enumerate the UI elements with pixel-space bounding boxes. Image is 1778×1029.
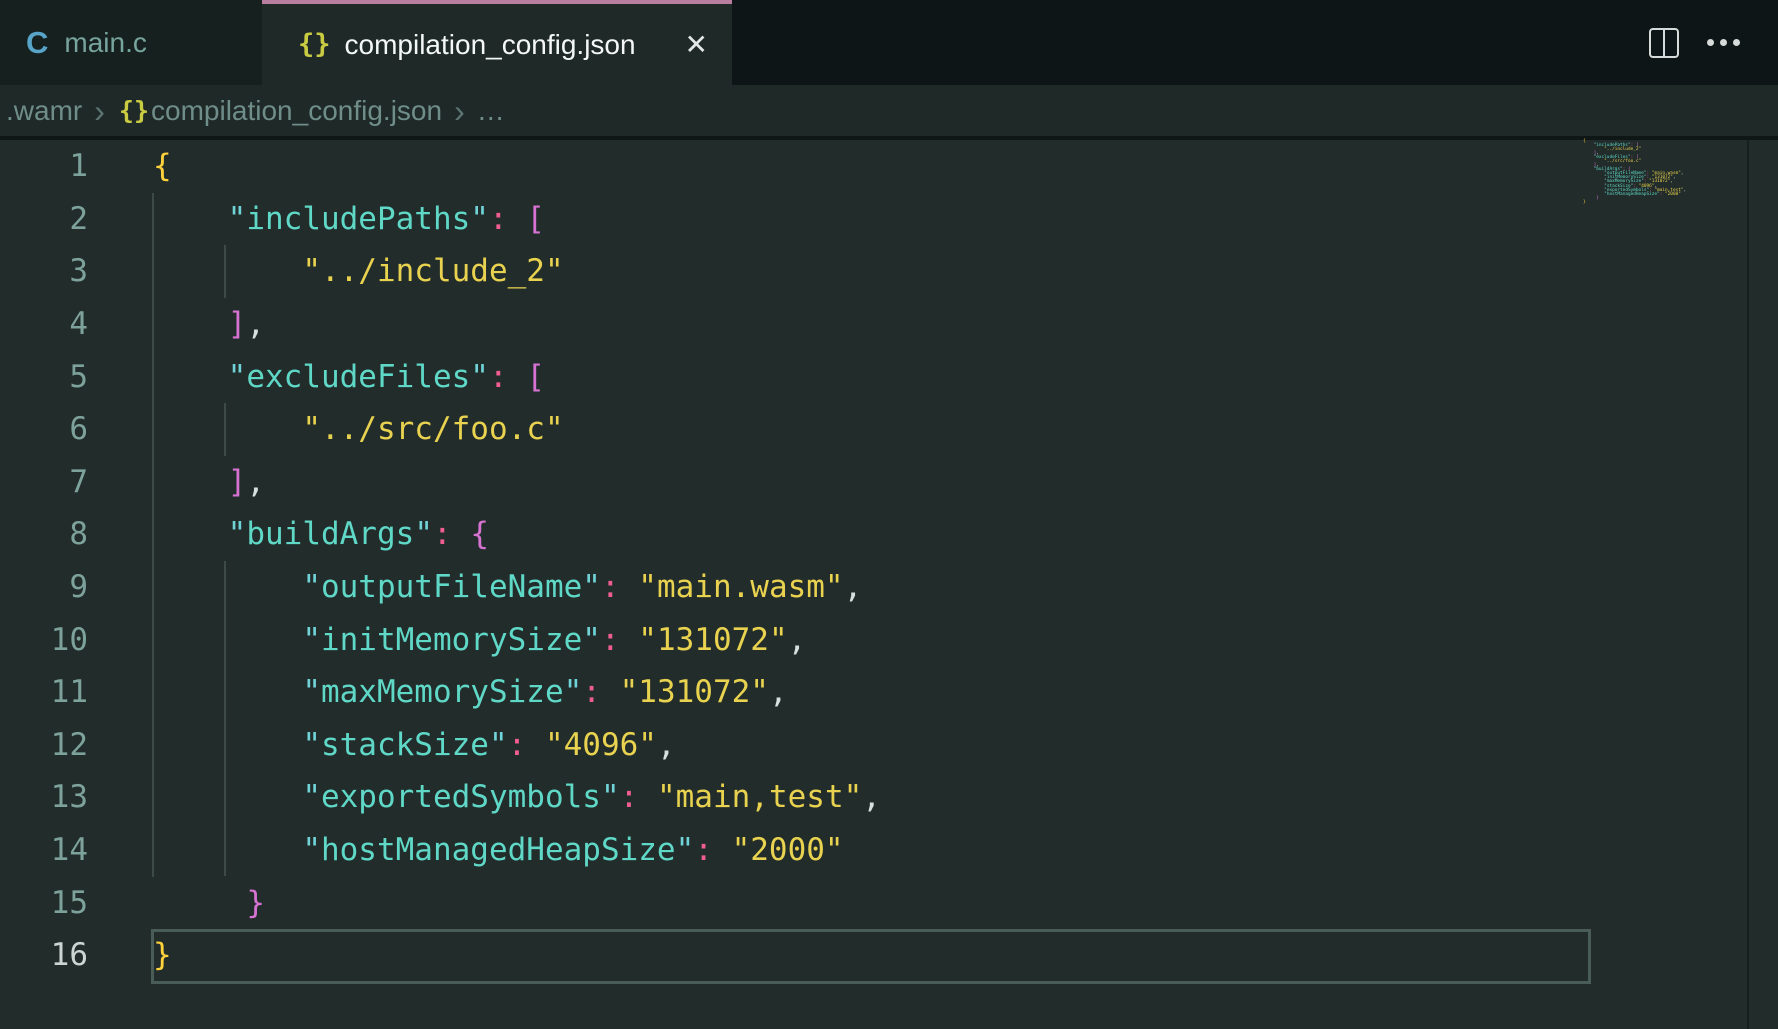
- chevron-right-icon: ›: [94, 95, 105, 127]
- code-text: {: [153, 148, 172, 184]
- line-number: 11: [0, 674, 88, 710]
- code-text: "initMemorySize": "131072",: [153, 622, 806, 658]
- line-number: 3: [0, 253, 88, 289]
- close-tab-icon[interactable]: ✕: [679, 27, 714, 63]
- code-text: "maxMemorySize": "131072",: [153, 674, 788, 710]
- minimap-divider: [1747, 140, 1749, 1029]
- tab-compilation-config-json[interactable]: {} compilation_config.json ✕: [262, 0, 732, 85]
- breadcrumb-tail[interactable]: …: [477, 95, 505, 127]
- line-number: 8: [0, 516, 88, 552]
- json-braces-icon: {}: [119, 96, 149, 125]
- breadcrumb-file[interactable]: compilation_config.json: [151, 95, 442, 127]
- tab-label: compilation_config.json: [345, 29, 636, 61]
- code-line[interactable]: 13 "exportedSymbols": "main,test",: [0, 771, 1778, 824]
- code-text: }: [153, 885, 265, 921]
- code-line[interactable]: 12 "stackSize": "4096",: [0, 719, 1778, 772]
- code-line[interactable]: 15 }: [0, 876, 1778, 929]
- tab-label: main.c: [64, 27, 146, 59]
- json-braces-icon: {}: [298, 29, 331, 60]
- line-number: 14: [0, 832, 88, 868]
- code-text: }: [153, 937, 172, 973]
- c-language-icon: C: [26, 25, 48, 61]
- code-line[interactable]: 9 "outputFileName": "main.wasm",: [0, 561, 1778, 614]
- code-text: "includePaths": [: [153, 201, 545, 237]
- breadcrumb-folder[interactable]: .wamr: [6, 95, 82, 127]
- chevron-right-icon: ›: [454, 95, 465, 127]
- code-line[interactable]: 11 "maxMemorySize": "131072",: [0, 666, 1778, 719]
- code-text: "../src/foo.c": [153, 411, 564, 447]
- code-line[interactable]: 6 "../src/foo.c": [0, 403, 1778, 456]
- code-text: ],: [153, 306, 265, 342]
- line-number: 16: [0, 937, 88, 973]
- code-line[interactable]: 10 "initMemorySize": "131072",: [0, 613, 1778, 666]
- code-text: "exportedSymbols": "main,test",: [153, 779, 881, 815]
- minimap[interactable]: { "includePaths": [ "../include_2" ], "e…: [1583, 140, 1743, 205]
- code-text: "buildArgs": {: [153, 516, 489, 552]
- line-number: 10: [0, 622, 88, 658]
- code-text: "excludeFiles": [: [153, 359, 545, 395]
- code-text: "stackSize": "4096",: [153, 727, 676, 763]
- line-number: 4: [0, 306, 88, 342]
- code-editor[interactable]: 1{2 "includePaths": [3 "../include_2"4 ]…: [0, 140, 1778, 1029]
- code-text: "hostManagedHeapSize": "2000": [153, 832, 844, 868]
- line-number: 6: [0, 411, 88, 447]
- line-number: 7: [0, 464, 88, 500]
- line-number: 9: [0, 569, 88, 605]
- code-line[interactable]: 5 "excludeFiles": [: [0, 350, 1778, 403]
- code-line[interactable]: 8 "buildArgs": {: [0, 508, 1778, 561]
- line-number: 13: [0, 779, 88, 815]
- code-line[interactable]: 14 "hostManagedHeapSize": "2000": [0, 824, 1778, 877]
- code-line[interactable]: 3 "../include_2": [0, 245, 1778, 298]
- code-line[interactable]: 7 ],: [0, 456, 1778, 509]
- code-text: "../include_2": [153, 253, 564, 289]
- code-lines: 1{2 "includePaths": [3 "../include_2"4 ]…: [0, 140, 1778, 982]
- line-number: 15: [0, 885, 88, 921]
- line-number: 5: [0, 359, 88, 395]
- split-editor-icon[interactable]: [1649, 28, 1679, 58]
- code-text: "outputFileName": "main.wasm",: [153, 569, 862, 605]
- minimap-content: { "includePaths": [ "../include_2" ], "e…: [1583, 140, 1743, 205]
- code-line[interactable]: 2 "includePaths": [: [0, 193, 1778, 246]
- tab-bar: C main.c {} compilation_config.json ✕: [0, 0, 1778, 85]
- line-number: 1: [0, 148, 88, 184]
- editor-actions: [1649, 0, 1778, 85]
- tab-main-c[interactable]: C main.c: [0, 0, 262, 85]
- code-line[interactable]: 16}: [0, 929, 1778, 982]
- code-line[interactable]: 4 ],: [0, 298, 1778, 351]
- code-line[interactable]: 1{: [0, 140, 1778, 193]
- line-number: 12: [0, 727, 88, 763]
- code-text: ],: [153, 464, 265, 500]
- line-number: 2: [0, 201, 88, 237]
- more-actions-icon[interactable]: [1707, 39, 1740, 46]
- breadcrumb: .wamr › {} compilation_config.json › …: [0, 85, 1778, 140]
